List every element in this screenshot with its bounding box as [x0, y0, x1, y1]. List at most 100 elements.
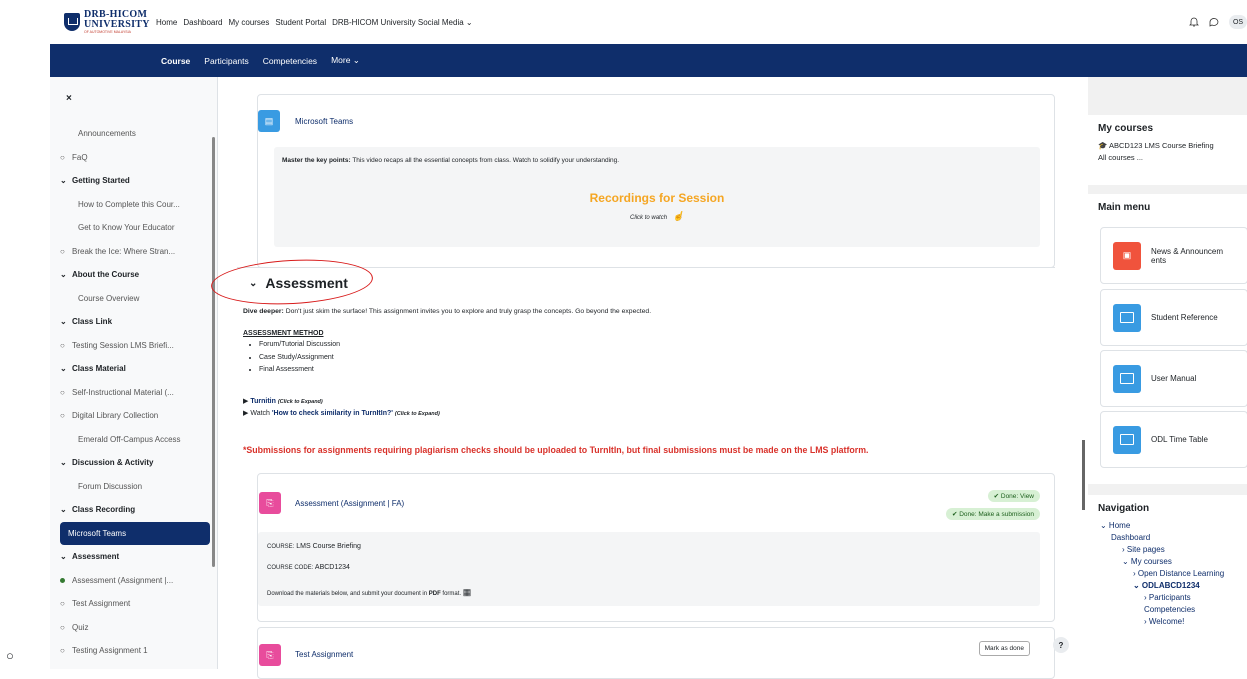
top-navbar: DRB-HICOM UNIVERSITY OF AUTOMOTIVE MALAY… — [50, 0, 1247, 45]
course-index-item[interactable]: Get to Know Your Educator — [60, 216, 210, 240]
all-courses-link[interactable]: All courses ... — [1098, 153, 1143, 162]
course-index-item[interactable]: ○ Testing Session LMS Briefi... — [60, 334, 210, 358]
course-index-item[interactable]: Announcements — [60, 122, 210, 146]
course-index-item[interactable]: ⌄ Class Link — [60, 310, 210, 334]
nav-tree-item[interactable]: ⌄ My courses — [1088, 556, 1247, 568]
course-index-item[interactable]: Course Overview — [60, 287, 210, 311]
university-logo[interactable]: DRB-HICOM UNIVERSITY OF AUTOMOTIVE MALAY… — [64, 9, 156, 35]
bell-icon[interactable] — [1189, 17, 1199, 27]
course-index-item[interactable]: ○ Digital Library Collection — [60, 404, 210, 428]
course-index-label: Getting Started — [72, 176, 130, 186]
tab-participants[interactable]: Participants — [204, 56, 248, 66]
course-index-item[interactable]: ⌄ Getting Started — [60, 169, 210, 193]
circle-icon: ○ — [60, 411, 65, 421]
nav-tree-item[interactable]: ⌄ Home — [1088, 520, 1228, 532]
nav-tree-item[interactable]: Competencies — [1088, 604, 1247, 616]
mark-as-done-button[interactable]: Mark as done — [978, 641, 1030, 656]
course-index-item[interactable]: Emerald Off-Campus Access — [60, 428, 210, 452]
folder-icon — [1113, 364, 1141, 393]
course-index-item[interactable]: ⌄ Class Recording — [60, 498, 210, 522]
circle-icon: ○ — [60, 622, 65, 632]
assignment-link[interactable]: Assessment (Assignment | FA) — [295, 499, 404, 508]
course-index-item[interactable]: ○ Quiz — [60, 616, 210, 640]
help-button[interactable]: ? — [1053, 637, 1069, 653]
watch-prefix: Watch — [250, 410, 272, 417]
tab-more[interactable]: More ⌄ — [331, 55, 360, 66]
course-index-item[interactable]: ⌄ Discussion & Activity — [60, 451, 210, 475]
course-index-item[interactable]: ○ Self-Instructional Material (... — [60, 381, 210, 405]
course-index-item[interactable]: ⌄ Assessment — [60, 545, 210, 569]
turnitin-video-link[interactable]: 'How to check similarity in TurnItIn?' — [272, 410, 393, 417]
download-text-end: format. — [440, 591, 462, 597]
turnitin-video-expander[interactable]: ▶ Watch 'How to check similarity in Turn… — [243, 409, 440, 417]
tab-competencies[interactable]: Competencies — [263, 56, 317, 66]
teams-description-box: Master the key points: This video recaps… — [274, 147, 1040, 247]
chevron-down-icon[interactable]: ⌄ — [249, 278, 257, 289]
menu-odl-timetable[interactable]: ODL Time Table — [1100, 411, 1247, 468]
close-drawer-icon[interactable]: × — [66, 93, 72, 104]
course-index-label: Class Recording — [72, 505, 136, 515]
course-value: LMS Course Briefing — [294, 543, 361, 550]
menu-news-announcements[interactable]: ▣ News & Announcem ents — [1100, 227, 1247, 284]
drawer-scrollbar[interactable] — [212, 137, 215, 567]
course-index-label: Test Assignment — [72, 599, 131, 609]
course-index-item[interactable]: How to Complete this Cour... — [60, 193, 210, 217]
menu-user-manual[interactable]: User Manual — [1100, 350, 1247, 407]
course-index-item[interactable]: ○ FaQ — [60, 146, 210, 170]
course-index-item[interactable]: ○ Testing Assignment 1 — [60, 639, 210, 663]
teams-activity-link[interactable]: Microsoft Teams — [295, 117, 353, 126]
nav-tree-item[interactable]: ⌄ ODLABCD1234 — [1088, 580, 1247, 592]
nav-tree-item[interactable]: Dashboard — [1088, 532, 1239, 544]
nav-tree-label: › Participants — [1144, 593, 1191, 602]
turnitin-expander[interactable]: ▶ Turnitin (Click to Expand) — [243, 397, 323, 405]
course-link[interactable]: ABCD123 LMS Course Briefing — [1109, 141, 1214, 150]
course-index-item[interactable]: ○ Test Assignment — [60, 592, 210, 616]
tab-course[interactable]: Course — [161, 56, 190, 66]
course-index-label: Class Link — [72, 317, 113, 327]
nav-tree-item[interactable]: › Participants — [1088, 592, 1247, 604]
nav-social-media[interactable]: DRB-HICOM University Social Media ⌄ — [332, 18, 473, 27]
plagiarism-warning: *Submissions for assignments requiring p… — [243, 445, 869, 455]
chevron-down-icon: ⌄ — [60, 505, 67, 515]
done-view-badge: ✔ Done: View — [987, 490, 1040, 502]
chat-icon[interactable] — [1209, 17, 1219, 27]
course-index-label: Testing Assignment 1 — [72, 646, 148, 656]
microsoft-teams-card: ▤ Microsoft Teams Master the key points:… — [257, 94, 1055, 268]
course-index-item[interactable]: Microsoft Teams — [60, 521, 210, 545]
course-index-item[interactable]: Assessment (Assignment |... — [60, 569, 210, 593]
download-text: Download the materials below, and submit… — [267, 591, 429, 597]
menu-item-label: Student Reference — [1151, 313, 1218, 322]
primary-nav: Home Dashboard My courses Student Portal… — [156, 18, 473, 27]
menu-item-label: ODL Time Table — [1151, 435, 1208, 444]
course-index-item[interactable]: ○ Break the Ice: Where Stran... — [60, 240, 210, 264]
nav-tree-item[interactable]: › Welcome! — [1088, 616, 1247, 628]
menu-student-reference[interactable]: Student Reference — [1100, 289, 1247, 346]
nav-my-courses[interactable]: My courses — [228, 18, 269, 27]
assessment-title: Assessment — [265, 275, 348, 291]
turnitin-link[interactable]: Turnitin — [250, 398, 276, 405]
course-index-label: Emerald Off-Campus Access — [78, 434, 181, 444]
recordings-title[interactable]: Recordings for Session — [274, 191, 1040, 205]
click-to-watch[interactable]: Click to watch — [630, 215, 667, 221]
course-index-label: Microsoft Teams — [68, 528, 127, 538]
course-label: COURSE: — [267, 544, 295, 550]
nav-dashboard[interactable]: Dashboard — [183, 18, 222, 27]
test-assignment-card: ⎘ Test Assignment Mark as done — [257, 627, 1055, 679]
test-assignment-link[interactable]: Test Assignment — [295, 650, 353, 659]
course-index-item[interactable]: ⌄ About the Course — [60, 263, 210, 287]
course-index-item[interactable]: Forum Discussion — [60, 475, 210, 499]
section-heading-assessment[interactable]: ⌄ Assessment — [249, 275, 348, 291]
course-index-item[interactable]: ⌄ Class Material — [60, 357, 210, 381]
user-avatar[interactable]: OS — [1229, 15, 1247, 29]
nav-student-portal[interactable]: Student Portal — [275, 18, 326, 27]
document-icon: ▦ — [462, 587, 472, 597]
my-courses-block: My courses 🎓 ABCD123 LMS Course Briefing… — [1088, 115, 1247, 185]
course-index-label: Get to Know Your Educator — [78, 223, 175, 233]
chevron-down-icon: ⌄ — [60, 317, 67, 327]
navigation-block: Navigation ⌄ Home Dashboard › Site pages ⌄ … — [1088, 495, 1247, 669]
nav-tree-item[interactable]: › Site pages — [1088, 544, 1247, 556]
course-index-label: Break the Ice: Where Stran... — [72, 246, 176, 256]
main-scrollbar[interactable] — [1082, 440, 1085, 510]
nav-home[interactable]: Home — [156, 18, 177, 27]
nav-tree-item[interactable]: › Open Distance Learning — [1088, 568, 1247, 580]
